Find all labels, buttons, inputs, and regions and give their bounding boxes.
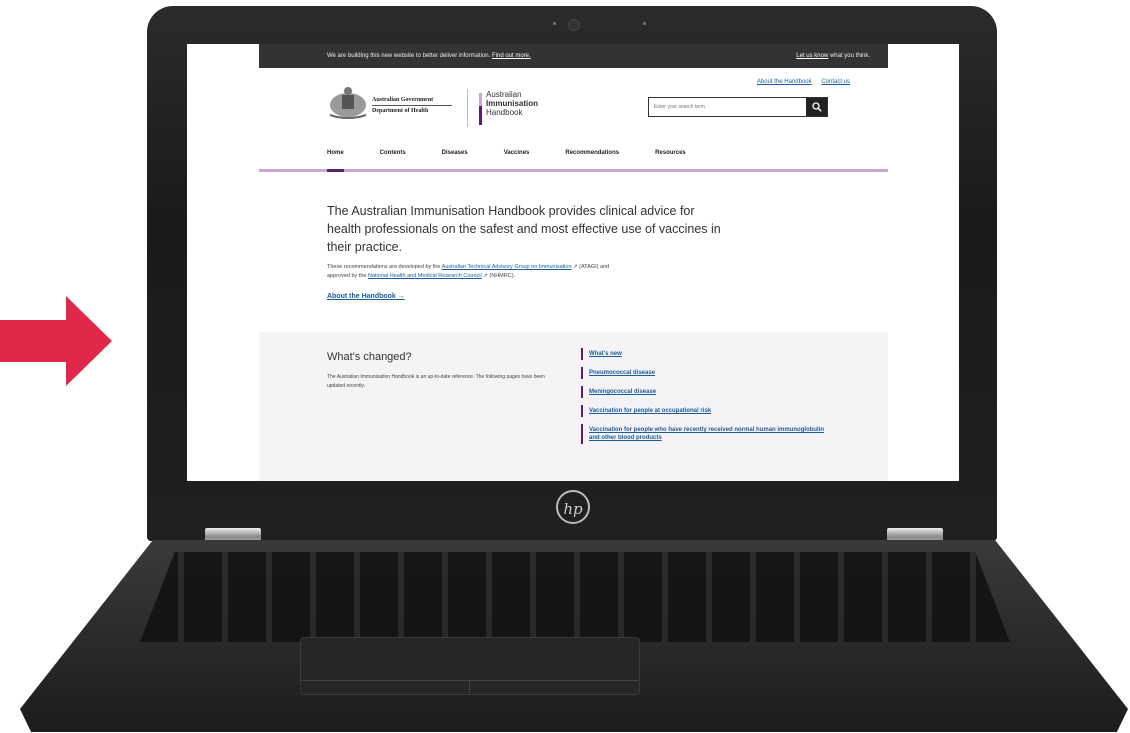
nav-recommendations[interactable]: Recommendations <box>565 141 619 169</box>
nav-resources[interactable]: Resources <box>655 141 686 169</box>
coat-of-arms-icon[interactable] <box>327 85 369 121</box>
nav-diseases[interactable]: Diseases <box>442 141 468 169</box>
red-arrow-icon <box>0 296 112 386</box>
hero-title: The Australian Immunisation Handbook pro… <box>327 204 721 254</box>
touchpad-divider <box>469 680 470 693</box>
list-item[interactable]: What's new <box>581 348 831 360</box>
brand-divider <box>467 89 468 127</box>
list-item[interactable]: Pneumococcal disease <box>581 367 831 379</box>
nhmrc-link[interactable]: National Health and Medical Research Cou… <box>368 273 482 279</box>
brand-accent-bar <box>479 93 482 125</box>
gov-wordmark: Australian Government Department of Heal… <box>372 97 434 114</box>
keyboard <box>140 552 1010 642</box>
nav-home[interactable]: Home <box>327 141 344 172</box>
whats-changed-body: The Australian Immunisation Handbook is … <box>327 374 545 389</box>
sensor-dot <box>553 22 556 25</box>
search-input[interactable] <box>649 98 806 116</box>
updated-pages-list: What's new Pneumococcal disease Meningoc… <box>581 348 831 451</box>
nav-contents[interactable]: Contents <box>380 141 406 169</box>
search-button[interactable] <box>806 98 827 116</box>
hp-logo: hp <box>556 490 590 524</box>
handbook-website: We are building this new website to bett… <box>259 44 888 481</box>
utility-links: About the Handbook Contact us <box>749 79 850 85</box>
feedback-message: Let us know what you think. <box>796 53 870 59</box>
search-box <box>648 97 828 117</box>
whats-changed-title: What's changed? <box>327 351 412 363</box>
atagi-link[interactable]: Australian Technical Advisory Group on I… <box>442 264 572 270</box>
find-out-more-link[interactable]: Find out more. <box>492 53 531 59</box>
handbook-wordmark[interactable]: Australian Immunisation Handbook <box>486 90 538 117</box>
laptop-screen: We are building this new website to bett… <box>187 44 959 481</box>
gov-divider <box>372 105 452 106</box>
external-link-icon: ↗ <box>573 264 578 270</box>
nav-vaccines[interactable]: Vaccines <box>504 141 530 169</box>
search-icon <box>811 102 822 112</box>
list-item[interactable]: Meningococcal disease <box>581 386 831 398</box>
list-item[interactable]: Vaccination for people who have recently… <box>581 424 831 444</box>
notice-message: We are building this new website to bett… <box>327 53 531 59</box>
let-us-know-link[interactable]: Let us know <box>796 53 828 59</box>
hero-section: The Australian Immunisation Handbook pro… <box>259 172 727 303</box>
notice-bar: We are building this new website to bett… <box>259 44 888 68</box>
site-header: Australian Government Department of Heal… <box>259 68 888 141</box>
contact-us-link[interactable]: Contact us <box>821 79 850 85</box>
hero-body: These recommendations are developed by t… <box>327 264 610 279</box>
list-item[interactable]: Vaccination for people at occupational r… <box>581 405 831 417</box>
about-handbook-link[interactable]: About the Handbook <box>757 79 812 85</box>
main-nav: Home Contents Diseases Vaccines Recommen… <box>259 141 888 172</box>
sensor-dot <box>643 22 646 25</box>
about-handbook-cta[interactable]: About the Handbook → <box>327 293 405 300</box>
whats-changed-section: What's changed? The Australian Immunisat… <box>259 332 888 481</box>
external-link-icon: ↗ <box>483 273 488 279</box>
webcam-icon <box>568 19 580 31</box>
